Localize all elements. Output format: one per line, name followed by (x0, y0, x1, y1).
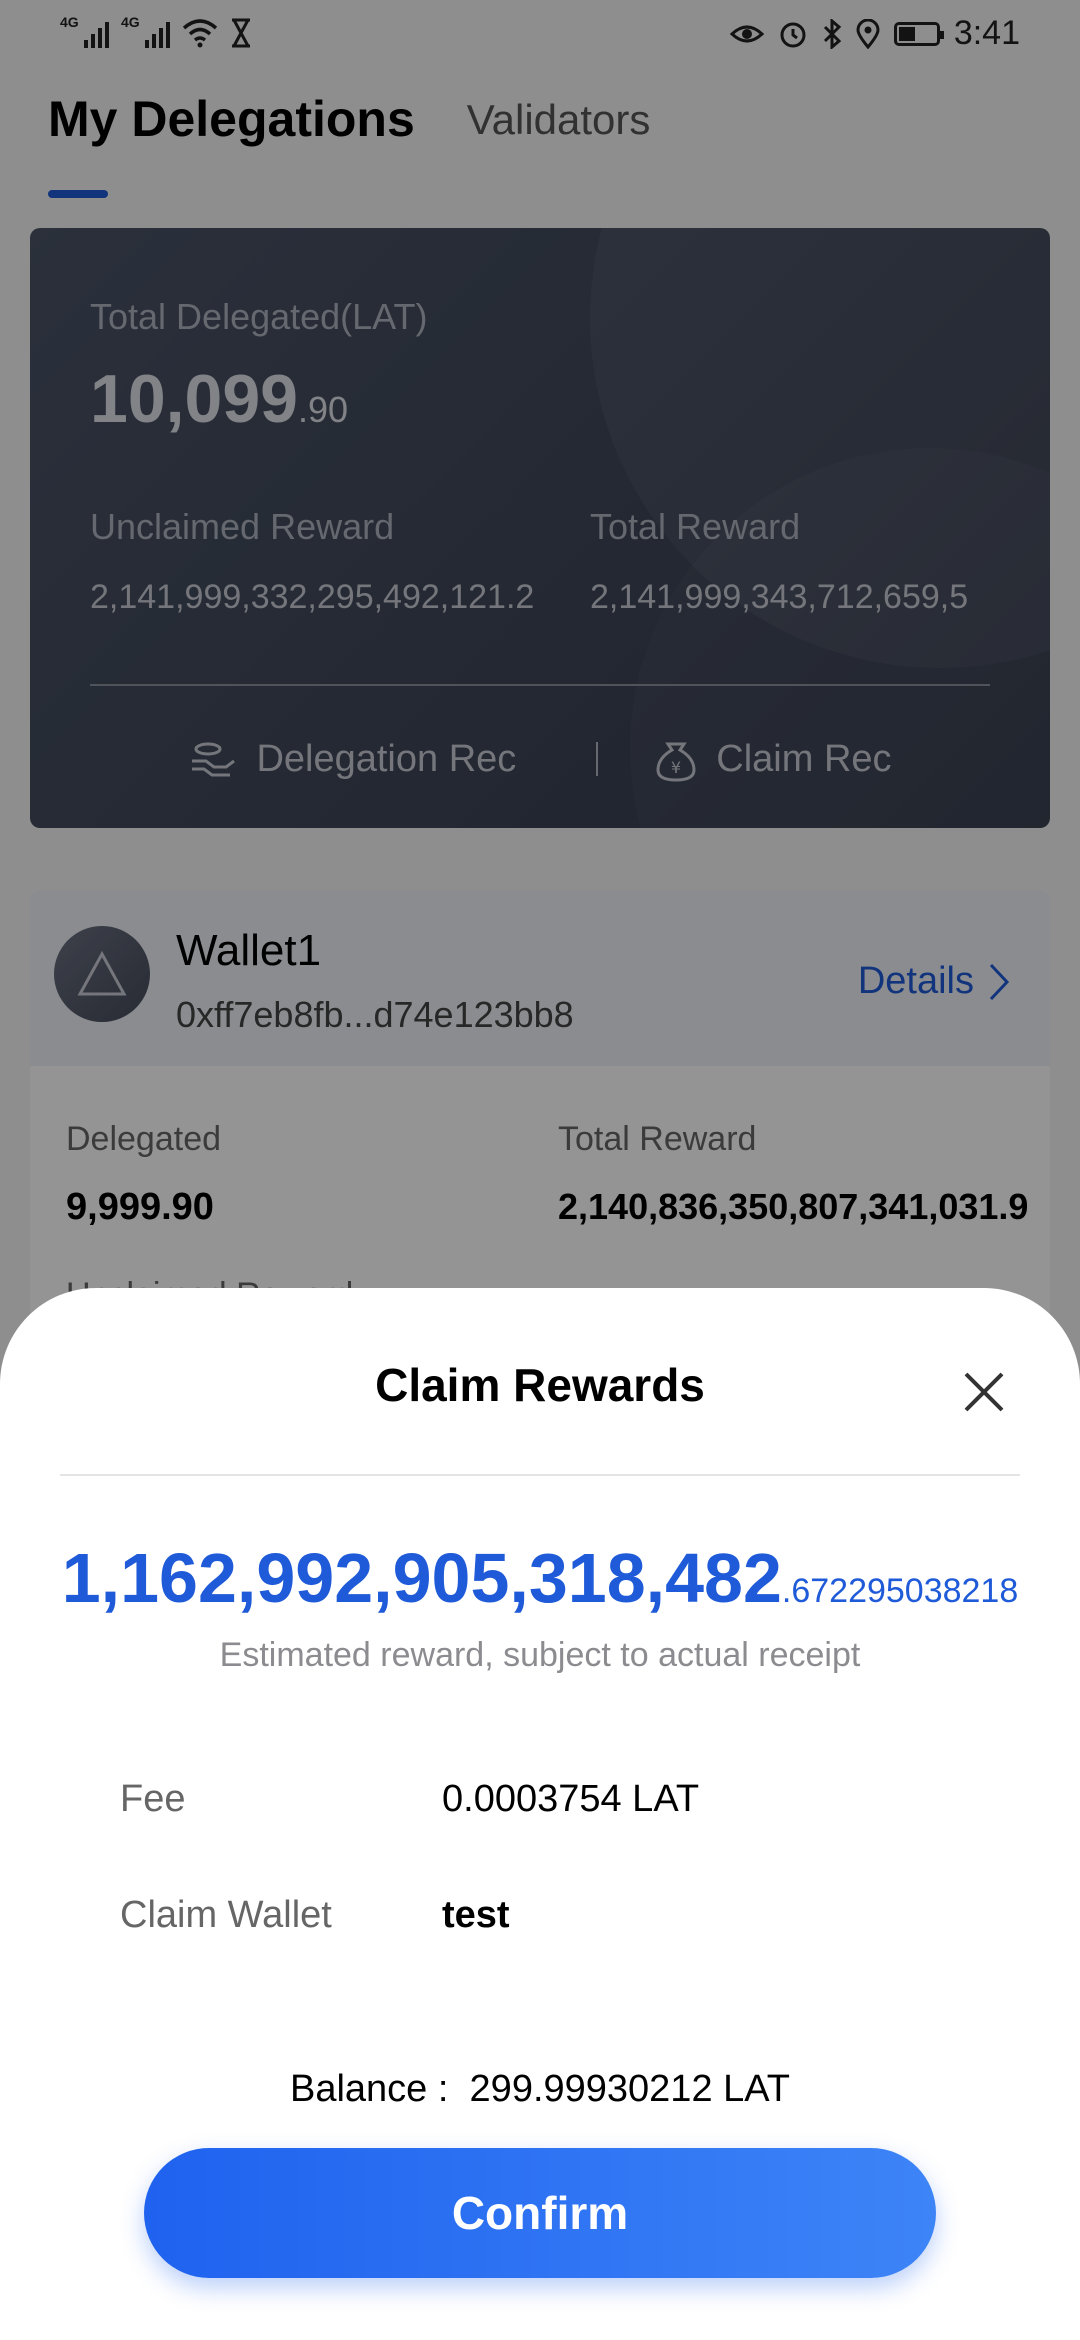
confirm-button[interactable]: Confirm (144, 2148, 936, 2278)
fee-value: 0.0003754 LAT (442, 1778, 700, 1820)
balance-line: Balance : 299.99930212 LAT (0, 2068, 1080, 2111)
claim-wallet-label: Claim Wallet (120, 1894, 332, 1936)
fee-label: Fee (120, 1778, 186, 1820)
claim-rewards-sheet: Claim Rewards 1,162,992,905,318,482.6722… (0, 1288, 1080, 2340)
balance-value: 299.99930212 LAT (469, 2068, 791, 2110)
reward-fraction: .672295038218 (781, 1572, 1019, 1610)
balance-label: Balance : (289, 2068, 449, 2110)
claim-wallet-value: test (442, 1894, 510, 1936)
estimated-reward-amount: 1,162,992,905,318,482.672295038218 (0, 1538, 1080, 1618)
sheet-title: Claim Rewards (375, 1359, 705, 1411)
reward-integer: 1,162,992,905,318,482 (61, 1539, 782, 1617)
reward-note: Estimated reward, subject to actual rece… (219, 1636, 861, 1674)
divider (60, 1474, 1020, 1476)
close-icon[interactable] (960, 1368, 1008, 1416)
